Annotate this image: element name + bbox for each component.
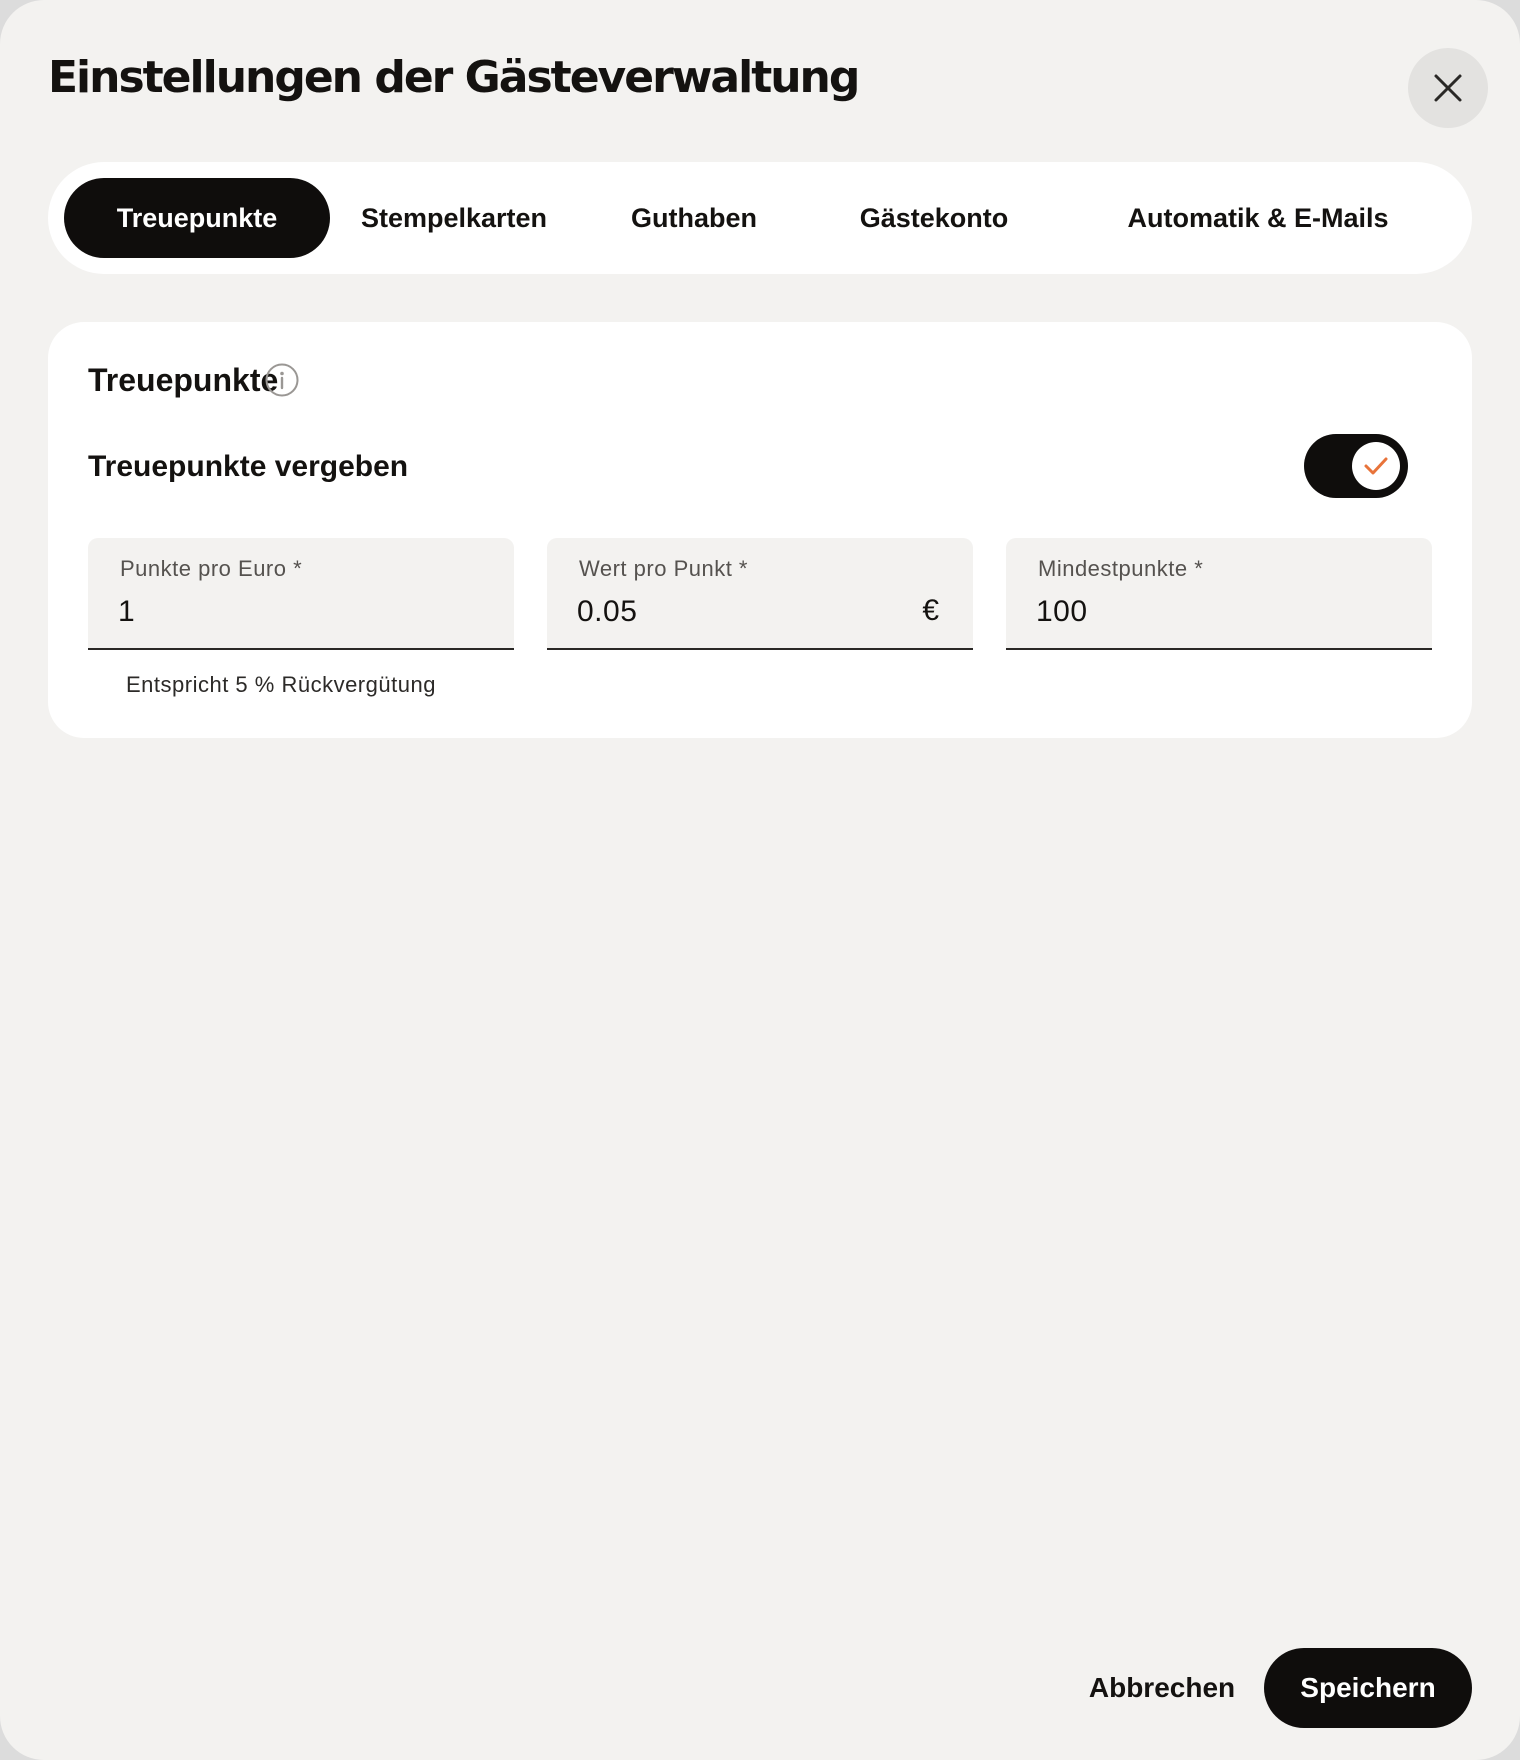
tab-automatik-emails[interactable]: Automatik & E-Mails (1108, 178, 1408, 258)
loyalty-points-card: Treuepunkte Treuepunkte vergeben Punkte … (48, 322, 1472, 738)
close-button[interactable] (1408, 48, 1488, 128)
points-per-euro-input[interactable] (118, 590, 458, 634)
close-icon (1434, 74, 1462, 102)
cancel-button[interactable]: Abbrechen (1080, 1648, 1244, 1728)
points-per-euro-label: Punkte pro Euro * (120, 556, 303, 581)
tab-stempelkarten[interactable]: Stempelkarten (338, 178, 570, 258)
toggle-label: Treuepunkte vergeben (88, 450, 409, 483)
minimum-points-label: Mindestpunkte * (1038, 556, 1204, 581)
tab-gaestekonto[interactable]: Gästekonto (834, 178, 1034, 258)
tab-guthaben[interactable]: Guthaben (608, 178, 780, 258)
checkmark-icon (1364, 457, 1388, 475)
tab-bar: Treuepunkte Stempelkarten Guthaben Gäste… (48, 162, 1472, 274)
minimum-points-field: Mindestpunkte * (1006, 538, 1432, 650)
value-per-point-input[interactable] (577, 590, 917, 634)
save-button[interactable]: Speichern (1264, 1648, 1472, 1728)
info-icon[interactable] (264, 362, 300, 398)
value-per-point-label: Wert pro Punkt * (579, 556, 748, 581)
dialog-title: Einstellungen der Gästeverwaltung (48, 52, 860, 103)
cashback-helper-text: Entspricht 5 % Rückvergütung (126, 672, 436, 697)
minimum-points-input[interactable] (1036, 590, 1376, 634)
settings-dialog: Einstellungen der Gästeverwaltung Treuep… (0, 0, 1520, 1760)
euro-suffix: € (922, 594, 939, 627)
award-points-toggle[interactable] (1304, 434, 1408, 498)
value-per-point-field: Wert pro Punkt * € (547, 538, 973, 650)
section-title: Treuepunkte (88, 362, 279, 398)
tab-treuepunkte[interactable]: Treuepunkte (64, 178, 330, 258)
points-per-euro-field: Punkte pro Euro * (88, 538, 514, 650)
toggle-knob (1352, 442, 1400, 490)
